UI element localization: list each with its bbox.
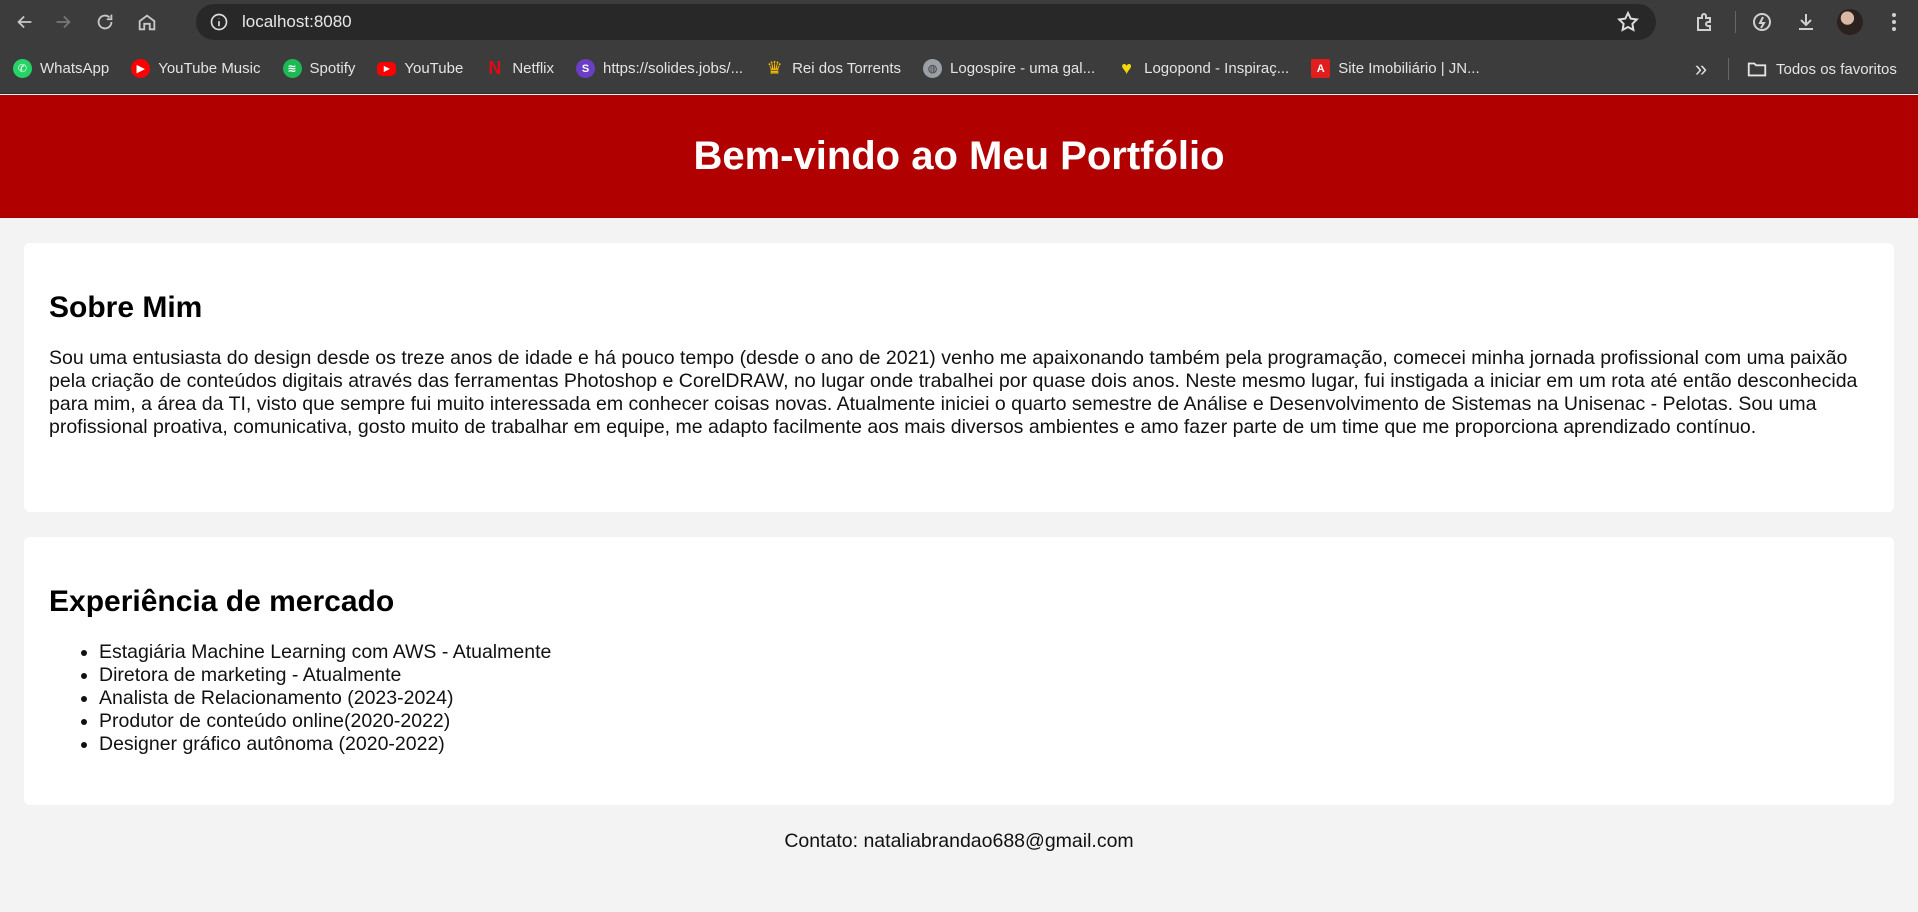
bookmark-label: Spotify: [309, 60, 356, 77]
list-item: Designer gráfico autônoma (2020-2022): [99, 733, 1869, 756]
site-info-icon[interactable]: [208, 11, 230, 33]
spotify-icon: ≋: [282, 59, 302, 78]
back-button[interactable]: [8, 5, 42, 39]
performance-button[interactable]: [1742, 2, 1782, 42]
browser-toolbar: localhost:8080: [0, 0, 1918, 44]
bookmark-youtube[interactable]: ▶ YouTube: [364, 52, 472, 86]
bookmark-label: WhatsApp: [40, 60, 110, 77]
bookmark-site-imobiliario[interactable]: A Site Imobiliário | JN...: [1298, 52, 1488, 86]
toolbar-actions: [1685, 0, 1918, 44]
reload-icon: [97, 14, 113, 30]
downloads-button[interactable]: [1786, 2, 1826, 42]
youtube-music-icon: ▶: [131, 59, 151, 78]
menu-button[interactable]: [1874, 2, 1914, 42]
bookmark-label: Site Imobiliário | JN...: [1338, 60, 1480, 77]
bookmark-star-icon[interactable]: [1616, 10, 1640, 34]
globe-icon: ◍: [923, 59, 943, 78]
bookmark-label: YouTube Music: [158, 60, 261, 77]
experience-title: Experiência de mercado: [49, 585, 395, 618]
experience-section: Experiência de mercado Estagiária Machin…: [24, 537, 1894, 805]
bookmark-netflix[interactable]: N Netflix: [472, 52, 563, 86]
whatsapp-icon: ✆: [13, 59, 32, 78]
bookmark-logospire[interactable]: ◍ Logospire - uma gal...: [910, 52, 1104, 86]
list-item: Estagiária Machine Learning com AWS - At…: [99, 641, 1869, 664]
about-text: Sou uma entusiasta do design desde os tr…: [49, 347, 1858, 438]
netflix-icon: N: [488, 58, 502, 78]
experience-list: Estagiária Machine Learning com AWS - At…: [99, 641, 1869, 756]
contact-footer: Contato: nataliabrandao688@gmail.com: [784, 830, 1134, 852]
puzzle-icon: [1697, 13, 1711, 31]
more-bookmarks-chevron-icon[interactable]: »: [1686, 52, 1716, 86]
about-section: Sobre Mim Sou uma entusiasta do design d…: [24, 243, 1894, 512]
logopond-icon: ♥: [1121, 58, 1132, 78]
address-bar[interactable]: localhost:8080: [196, 4, 1656, 40]
site-header: Bem-vindo ao Meu Portfólio: [0, 95, 1918, 218]
all-bookmarks-folder[interactable]: Todos os favoritos: [1746, 52, 1897, 86]
page-content: Bem-vindo ao Meu Portfólio Sobre Mim Sou…: [0, 95, 1918, 912]
crown-icon: ♛: [766, 58, 783, 78]
bookmark-spotify[interactable]: ≋ Spotify: [270, 52, 365, 86]
download-icon: [1799, 14, 1813, 30]
url-text[interactable]: localhost:8080: [242, 12, 352, 32]
profile-button[interactable]: [1830, 2, 1870, 42]
adobe-icon: A: [1311, 59, 1331, 78]
bookmarks-divider: [1728, 58, 1729, 80]
bookmark-youtube-music[interactable]: ▶ YouTube Music: [118, 52, 269, 86]
bookmarks-bar: ✆ WhatsApp ▶ YouTube Music ≋ Spotify ▶ Y…: [0, 44, 1918, 94]
youtube-icon: ▶: [377, 61, 397, 76]
bookmark-whatsapp[interactable]: ✆ WhatsApp: [0, 52, 118, 86]
speedometer-icon: [1753, 13, 1771, 31]
bookmark-label: Rei dos Torrents: [792, 60, 902, 77]
solides-icon: S: [576, 59, 595, 78]
bookmark-label: Logospire - uma gal...: [950, 60, 1096, 77]
home-icon: [138, 14, 156, 31]
reload-button[interactable]: [88, 5, 122, 39]
list-item: Diretora de marketing - Atualmente: [99, 664, 1869, 687]
bookmark-solides[interactable]: S https://solides.jobs/...: [563, 52, 752, 86]
kebab-menu-icon: [1892, 13, 1896, 31]
forward-button[interactable]: [46, 5, 80, 39]
all-bookmarks-label: Todos os favoritos: [1776, 60, 1897, 78]
about-title: Sobre Mim: [49, 291, 203, 324]
bookmark-logopond[interactable]: ♥ Logopond - Inspiraç...: [1104, 52, 1298, 86]
bookmark-label: Logopond - Inspiraç...: [1144, 60, 1290, 77]
home-button[interactable]: [130, 5, 164, 39]
arrow-right-icon: [56, 15, 71, 29]
folder-icon: [1747, 62, 1767, 77]
list-item: Produtor de conteúdo online(2020-2022): [99, 710, 1869, 733]
bookmark-label: YouTube: [404, 60, 464, 77]
avatar: [1837, 9, 1863, 35]
list-item: Analista de Relacionamento (2023-2024): [99, 687, 1869, 710]
arrow-left-icon: [17, 15, 32, 29]
bookmark-rei-dos-torrents[interactable]: ♛ Rei dos Torrents: [752, 52, 910, 86]
bookmark-label: Netflix: [512, 60, 554, 77]
toolbar-divider: [1735, 11, 1736, 33]
extensions-button[interactable]: [1685, 2, 1725, 42]
bookmark-label: https://solides.jobs/...: [603, 60, 744, 77]
page-title: Bem-vindo ao Meu Portfólio: [693, 134, 1225, 178]
